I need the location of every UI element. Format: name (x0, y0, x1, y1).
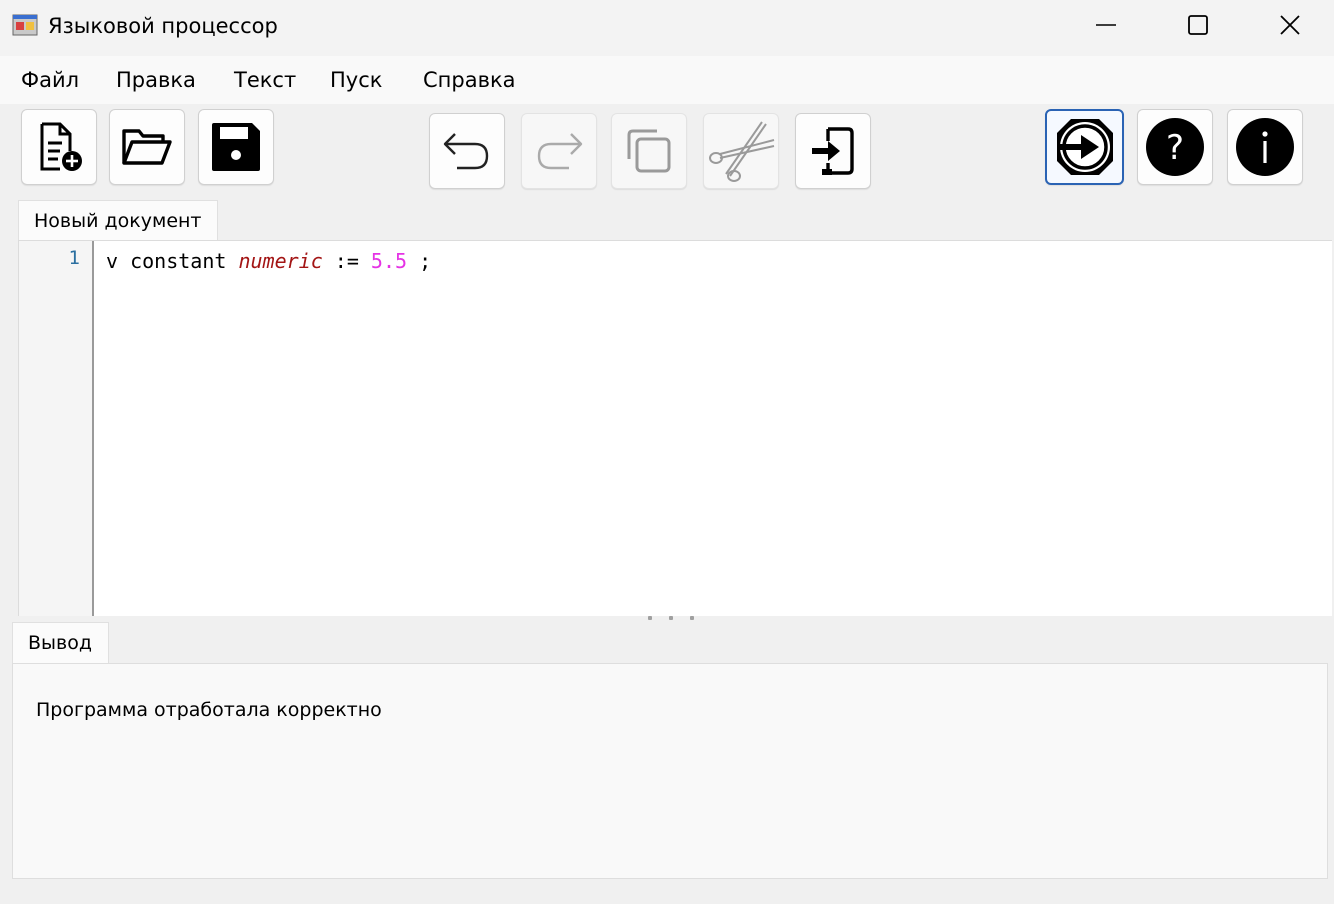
splitter-grip-icon (648, 616, 694, 622)
title-bar: Языковой процессор (0, 0, 1334, 56)
tab-new-document[interactable]: Новый документ (18, 200, 218, 242)
cut-button[interactable] (703, 113, 779, 189)
menu-edit[interactable]: Правка (114, 66, 198, 94)
copy-button[interactable] (611, 113, 687, 189)
toolbar: ? (0, 104, 1334, 200)
output-message: Программа отработала корректно (36, 699, 382, 721)
menu-bar: Файл Правка Текст Пуск Справка (0, 56, 1334, 104)
output-panel: Программа отработала корректно (12, 663, 1328, 879)
code-token-type: numeric (238, 249, 323, 273)
redo-arrow-icon (537, 133, 583, 170)
about-button[interactable] (1227, 109, 1303, 185)
scissors-icon (709, 121, 775, 182)
help-button[interactable]: ? (1137, 109, 1213, 185)
maximize-icon (1188, 15, 1208, 35)
paste-icon (812, 127, 854, 175)
code-token: := (322, 249, 371, 273)
minimize-icon (1096, 24, 1116, 26)
code-editor[interactable]: 1 v constant numeric := 5.5 ; (18, 240, 1332, 617)
panel-splitter[interactable] (0, 616, 1334, 624)
info-circle-icon (1236, 118, 1294, 176)
close-icon (1280, 15, 1300, 35)
menu-help[interactable]: Справка (421, 66, 518, 94)
open-file-button[interactable] (109, 109, 185, 185)
redo-button[interactable] (521, 113, 597, 189)
copy-icon (627, 129, 671, 173)
question-circle-icon: ? (1146, 118, 1204, 176)
run-arrow-circle-icon (1056, 119, 1113, 175)
undo-button[interactable] (429, 113, 505, 189)
code-token: ; (407, 249, 432, 273)
folder-open-icon (122, 129, 172, 165)
menu-file[interactable]: Файл (19, 66, 81, 94)
save-file-button[interactable] (198, 109, 274, 185)
app-window-icon (12, 14, 38, 36)
window-title: Языковой процессор (48, 14, 278, 38)
paste-button[interactable] (795, 113, 871, 189)
new-document-icon (40, 122, 82, 171)
run-button[interactable] (1045, 109, 1124, 185)
tab-output[interactable]: Вывод (12, 622, 109, 664)
undo-arrow-icon (443, 133, 489, 170)
maximize-button[interactable] (1152, 0, 1244, 50)
code-token-number: 5.5 (370, 249, 408, 273)
new-document-button[interactable] (21, 109, 97, 185)
menu-text[interactable]: Текст (232, 66, 298, 94)
floppy-disk-icon (212, 123, 260, 171)
line-number-gutter: 1 (19, 241, 94, 617)
close-button[interactable] (1244, 0, 1334, 50)
minimize-button[interactable] (1060, 0, 1152, 50)
line-number: 1 (68, 247, 80, 269)
code-line[interactable]: v constant numeric := 5.5 ; (106, 247, 431, 275)
code-token: v constant (106, 249, 239, 273)
menu-run[interactable]: Пуск (328, 66, 384, 94)
svg-text:?: ? (1166, 128, 1184, 168)
